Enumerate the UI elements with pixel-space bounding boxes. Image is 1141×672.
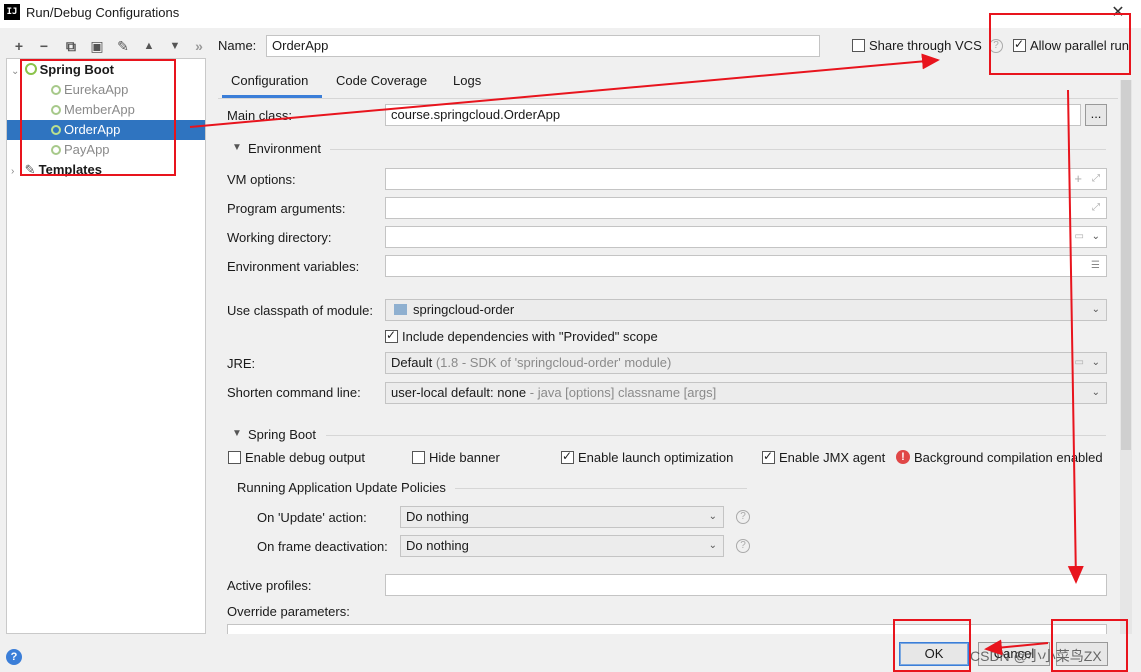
annotation-arrows bbox=[189, 53, 1084, 656]
arrow-down bbox=[1067, 89, 1084, 584]
arrow-to-ok bbox=[984, 639, 1049, 656]
arrow-to-parallel bbox=[189, 53, 940, 128]
